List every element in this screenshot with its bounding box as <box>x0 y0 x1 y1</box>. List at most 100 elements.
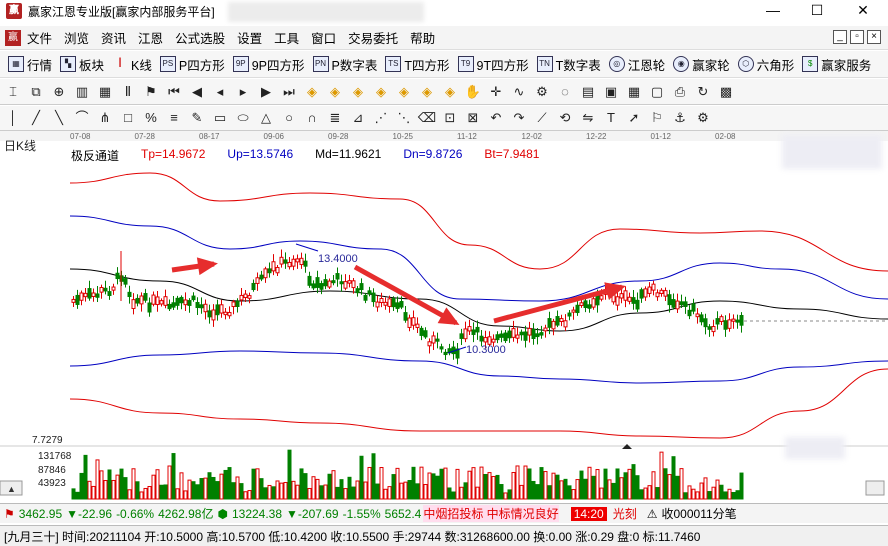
arrow-tool-icon[interactable]: ➚ <box>624 108 644 128</box>
save-icon[interactable]: ▢ <box>647 82 667 102</box>
menu-trade[interactable]: 交易委托 <box>342 28 404 47</box>
hand-icon[interactable]: ✋ <box>463 82 483 102</box>
gann-wheel-button[interactable]: ◎ 江恩轮 <box>608 55 665 74</box>
gann-fan-icon[interactable]: ⊿ <box>348 108 368 128</box>
table-icon[interactable]: ▦ <box>624 82 644 102</box>
9t-square-button[interactable]: T9 9T四方形 <box>457 55 529 74</box>
menu-info[interactable]: 资讯 <box>95 28 132 47</box>
scroll-down-button[interactable] <box>865 480 885 496</box>
tilt-icon[interactable]: ⟋ <box>532 108 552 128</box>
p-table-button[interactable]: PN P数字表 <box>312 55 377 74</box>
crosshair-icon[interactable]: ✛ <box>486 82 506 102</box>
t-table-button[interactable]: TN T数字表 <box>536 55 601 74</box>
bar-chart-icon[interactable]: ▥ <box>72 82 92 102</box>
pen-icon[interactable]: ✎ <box>187 108 207 128</box>
last-icon[interactable]: ⏭ <box>279 82 299 102</box>
eraser-icon[interactable]: ⌫ <box>417 108 437 128</box>
print-icon[interactable]: ⎙ <box>670 82 690 102</box>
sectors-button[interactable]: ▚ 板块 <box>60 55 104 74</box>
diamond-icon[interactable]: ◈ <box>302 82 322 102</box>
volume-bar <box>71 488 76 500</box>
mirror-icon[interactable]: ⇋ <box>578 108 598 128</box>
alert-icon[interactable]: ⚠ <box>647 507 658 521</box>
mdi-minimize-button[interactable]: _ <box>833 30 847 44</box>
flag-icon[interactable]: ⚑ <box>141 82 161 102</box>
menu-browse[interactable]: 浏览 <box>58 28 95 47</box>
news-ticker[interactable]: 中烟招投标 中标情况良好 <box>423 505 559 522</box>
wave-icon[interactable]: ∿ <box>509 82 529 102</box>
diamond-icon[interactable]: ◈ <box>417 82 437 102</box>
mdi-restore-button[interactable]: ▫ <box>850 30 864 44</box>
right-icon[interactable]: ▸ <box>233 82 253 102</box>
text-icon[interactable]: Ⅱ <box>118 82 138 102</box>
calc-icon[interactable]: ▣ <box>601 82 621 102</box>
grid-icon[interactable]: ▦ <box>95 82 115 102</box>
prev-icon[interactable]: ◀ <box>187 82 207 102</box>
9p-square-button[interactable]: 9P 9P四方形 <box>232 55 305 74</box>
bubble-icon[interactable]: ◌ <box>555 82 575 102</box>
diamond-icon[interactable]: ◈ <box>440 82 460 102</box>
delete-icon[interactable]: ⊠ <box>463 108 483 128</box>
maximize-button[interactable]: ☐ <box>796 0 838 22</box>
winner-wheel-button[interactable]: ◉ 赢家轮 <box>673 55 730 74</box>
chip-icon[interactable]: ▩ <box>716 82 736 102</box>
speed-icon[interactable]: ⋰ <box>371 108 391 128</box>
diamond-icon[interactable]: ◈ <box>325 82 345 102</box>
box-icon[interactable]: ▭ <box>210 108 230 128</box>
percent-icon[interactable]: % <box>141 108 161 128</box>
gann-icon[interactable]: ⚙ <box>532 82 552 102</box>
flag-tool-icon[interactable]: ⚐ <box>647 108 667 128</box>
diamond-icon[interactable]: ◈ <box>394 82 414 102</box>
cursor-icon[interactable]: ⌶ <box>3 82 23 102</box>
menu-formula[interactable]: 公式选股 <box>169 28 231 47</box>
arc-icon[interactable]: ⌒ <box>72 108 92 128</box>
zoom-icon[interactable]: ⊕ <box>49 82 69 102</box>
menu-gann[interactable]: 江恩 <box>132 28 169 47</box>
menu-settings[interactable]: 设置 <box>231 28 268 47</box>
diamond-icon[interactable]: ◈ <box>348 82 368 102</box>
pitch-icon[interactable]: ⋱ <box>394 108 414 128</box>
copy-icon[interactable]: ⧉ <box>26 82 46 102</box>
menu-help[interactable]: 帮助 <box>404 28 441 47</box>
app-menu-icon[interactable]: 赢 <box>5 29 21 46</box>
mdi-close-button[interactable]: × <box>867 30 881 44</box>
diamond-icon[interactable]: ◈ <box>371 82 391 102</box>
rotate-icon[interactable]: ⟲ <box>555 108 575 128</box>
close-button[interactable]: ✕ <box>842 0 884 22</box>
line-icon[interactable]: │ <box>3 108 23 128</box>
first-icon[interactable]: ⏮ <box>164 82 184 102</box>
fan-icon[interactable]: ⋔ <box>95 108 115 128</box>
cycle-icon[interactable]: ∩ <box>302 108 322 128</box>
kline-chart[interactable]: 07-08 07-28 08-17 09-06 09-28 10-25 11-12 12-02… <box>0 131 888 503</box>
lock-icon[interactable]: ⊡ <box>440 108 460 128</box>
circle-icon[interactable]: ○ <box>279 108 299 128</box>
t-square-button[interactable]: TS T四方形 <box>385 55 450 74</box>
hexagon-button[interactable]: ⬡ 六角形 <box>737 55 794 74</box>
next-icon[interactable]: ▶ <box>256 82 276 102</box>
chart-area[interactable]: 07-08 07-28 08-17 09-06 09-28 10-25 11-12 12-02… <box>0 131 888 503</box>
refresh-icon[interactable]: ↻ <box>693 82 713 102</box>
p-square-button[interactable]: PS P四方形 <box>159 55 225 74</box>
channel-icon[interactable]: ≡ <box>164 108 184 128</box>
page-icon[interactable]: ▤ <box>578 82 598 102</box>
anchor-icon[interactable]: ⚓ <box>670 108 690 128</box>
menu-tools[interactable]: 工具 <box>268 28 305 47</box>
undo-icon[interactable]: ↶ <box>486 108 506 128</box>
ray-icon[interactable]: ╱ <box>26 108 46 128</box>
square-icon[interactable]: □ <box>118 108 138 128</box>
fib-icon[interactable]: ≣ <box>325 108 345 128</box>
minimize-button[interactable]: — <box>752 0 794 22</box>
winner-service-button[interactable]: $ 赢家服务 <box>802 55 871 74</box>
ellipse-icon[interactable]: ⬭ <box>233 108 253 128</box>
trend-icon[interactable]: ╲ <box>49 108 69 128</box>
stock-code[interactable]: 收000011分笔 <box>662 505 737 522</box>
kline-button[interactable]: ┃ K线 <box>112 55 152 74</box>
menu-window[interactable]: 窗口 <box>305 28 342 47</box>
redo-icon[interactable]: ↷ <box>509 108 529 128</box>
left-icon[interactable]: ◂ <box>210 82 230 102</box>
settings-icon[interactable]: ⚙ <box>693 108 713 128</box>
triangle-icon[interactable]: △ <box>256 108 276 128</box>
text-tool-icon[interactable]: T <box>601 108 621 128</box>
menu-file[interactable]: 文件 <box>21 28 58 47</box>
quotes-button[interactable]: ▦ 行情 <box>8 55 52 74</box>
